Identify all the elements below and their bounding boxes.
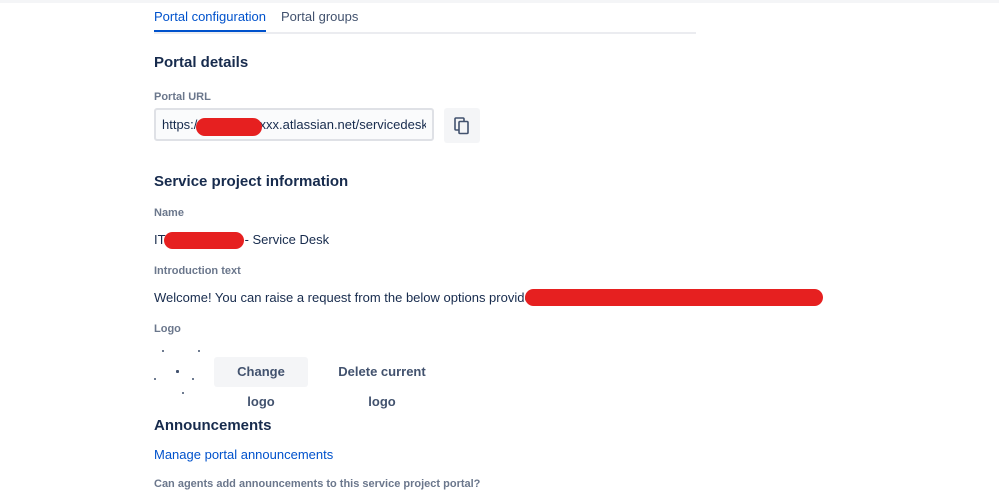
agents-announcements-label: Can agents add announcements to this ser… (154, 478, 481, 490)
delete-logo-button[interactable]: Delete current logo (316, 357, 448, 409)
project-name-suffix: - Service Desk (244, 232, 330, 247)
logo-label: Logo (154, 323, 181, 335)
copy-icon (454, 116, 470, 135)
portal-url-label: Portal URL (154, 91, 211, 103)
redaction-mark (164, 232, 244, 249)
intro-text-value: Welcome! You can raise a request from th… (154, 290, 539, 305)
name-label: Name (154, 207, 184, 219)
change-logo-button[interactable]: Change logo (214, 357, 308, 409)
redaction-mark (196, 118, 262, 136)
announcements-heading: Announcements (154, 417, 272, 434)
intro-text-label: Introduction text (154, 265, 241, 277)
tab-portal-configuration[interactable]: Portal configuration (154, 6, 267, 32)
top-divider (0, 0, 999, 3)
portal-details-heading: Portal details (154, 54, 249, 71)
project-logo (154, 350, 204, 394)
redaction-mark (525, 289, 823, 306)
settings-tabs: Portal configuration Portal groups (154, 6, 696, 34)
copy-url-button[interactable] (444, 108, 480, 143)
manage-announcements-link[interactable]: Manage portal announcements (154, 447, 333, 462)
service-project-heading: Service project information (154, 173, 349, 190)
tab-portal-groups[interactable]: Portal groups (281, 6, 358, 30)
portal-settings-page: Portal configuration Portal groups Porta… (0, 0, 999, 500)
